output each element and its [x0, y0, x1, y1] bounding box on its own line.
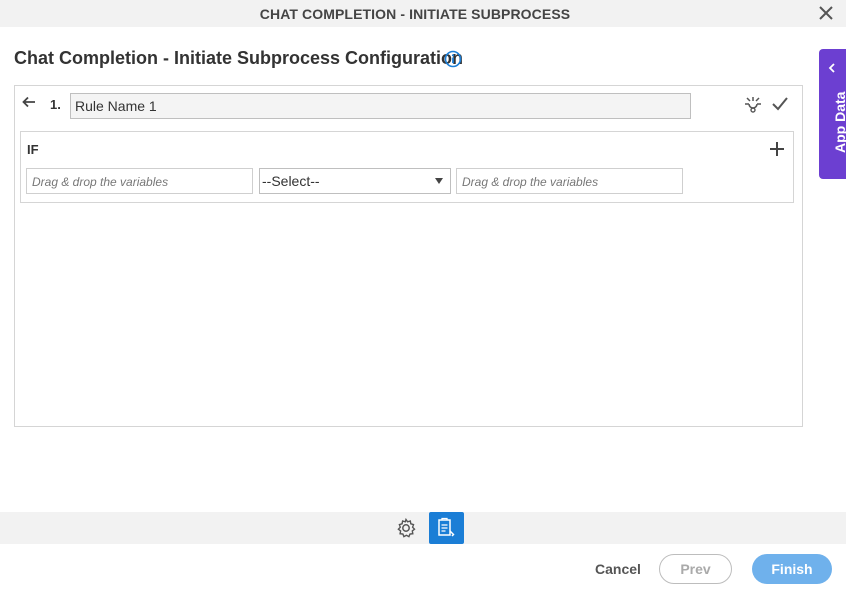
if-condition-box: IF Drag & drop the variables --Select-- … [20, 131, 794, 203]
rule-name-input[interactable] [70, 93, 691, 119]
dialog-titlebar: CHAT COMPLETION - INITIATE SUBPROCESS [0, 0, 846, 27]
page-title: Chat Completion - Initiate Subprocess Co… [14, 48, 464, 68]
chevron-left-icon [827, 60, 837, 73]
prev-button[interactable]: Prev [659, 554, 732, 584]
finish-button[interactable]: Finish [752, 554, 832, 584]
if-label: IF [27, 142, 39, 157]
rules-document-button[interactable] [429, 512, 464, 544]
caret-down-icon [435, 178, 443, 184]
app-data-tab[interactable]: App Data [819, 49, 846, 179]
check-icon[interactable] [770, 94, 790, 114]
document-icon [438, 517, 455, 537]
debug-icon[interactable] [743, 94, 763, 114]
bottom-toolbar [0, 512, 846, 544]
close-icon[interactable] [816, 3, 836, 23]
operator-select[interactable]: --Select-- [259, 168, 451, 194]
rule-panel: 1. IF Drag & drop the variables --Select… [14, 85, 803, 427]
back-arrow-icon[interactable] [21, 94, 37, 110]
cancel-button[interactable]: Cancel [595, 561, 641, 577]
add-condition-icon[interactable] [768, 140, 786, 158]
operator-select-value: --Select-- [262, 173, 320, 189]
left-operand-dropzone[interactable]: Drag & drop the variables [26, 168, 253, 194]
info-icon[interactable] [444, 50, 462, 68]
app-data-label: App Data [832, 91, 846, 153]
gear-icon[interactable] [395, 517, 417, 539]
right-operand-dropzone[interactable]: Drag & drop the variables [456, 168, 683, 194]
rule-number: 1. [50, 97, 61, 112]
dialog-title: CHAT COMPLETION - INITIATE SUBPROCESS [259, 6, 571, 22]
